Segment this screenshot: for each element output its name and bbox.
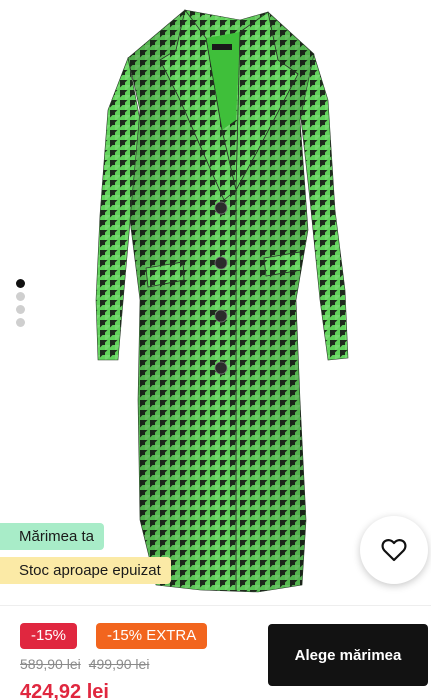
choose-size-button[interactable]: Alege mărimea	[268, 624, 428, 686]
old-prices: 589,90 lei 499,90 lei	[20, 656, 149, 672]
extra-discount-badge: -15% EXTRA	[96, 623, 208, 649]
discount-badges: -15% -15% EXTRA	[20, 623, 208, 649]
pager-dot-1[interactable]	[16, 279, 25, 288]
pager-dot-2[interactable]	[16, 292, 25, 301]
product-image[interactable]	[0, 0, 431, 605]
heart-icon	[381, 539, 407, 562]
previous-price: 499,90 lei	[88, 656, 150, 672]
low-stock-badge: Stoc aproape epuizat	[0, 557, 171, 584]
size-badge: Mărimea ta	[0, 523, 105, 550]
pager-dot-3[interactable]	[16, 305, 25, 314]
wishlist-button[interactable]	[360, 516, 428, 584]
pager-dot-4[interactable]	[16, 318, 25, 327]
original-price: 589,90 lei	[20, 656, 81, 672]
discount-badge: -15%	[20, 623, 78, 649]
final-price: 424,92 lei	[20, 681, 109, 700]
product-gallery[interactable]: Mărimea ta Stoc aproape epuizat	[0, 0, 431, 605]
purchase-bar: -15% -15% EXTRA 589,90 lei 499,90 lei 42…	[0, 605, 431, 700]
image-pager[interactable]	[16, 279, 25, 327]
